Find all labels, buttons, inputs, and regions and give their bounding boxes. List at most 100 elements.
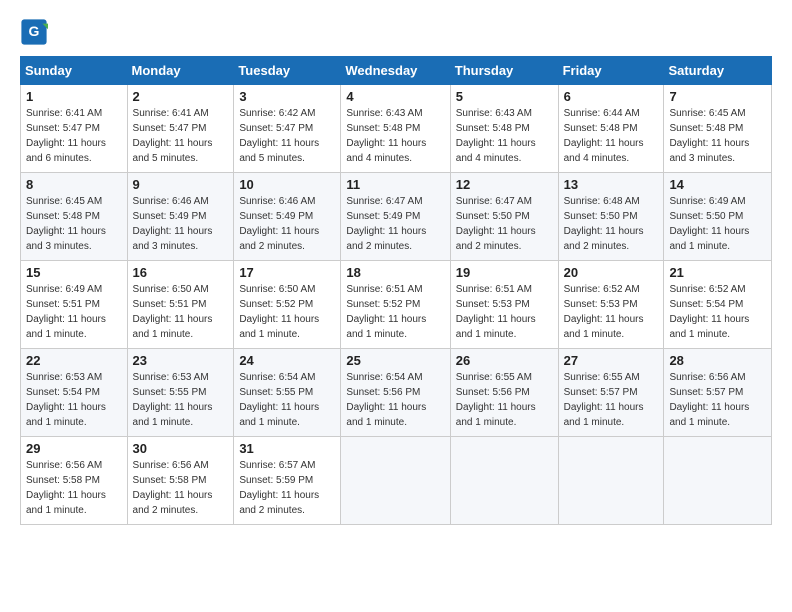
calendar-week-row: 1Sunrise: 6:41 AMSunset: 5:47 PMDaylight…: [21, 85, 772, 173]
day-number: 3: [239, 89, 335, 104]
day-number: 23: [133, 353, 229, 368]
weekday-header-row: SundayMondayTuesdayWednesdayThursdayFrid…: [21, 57, 772, 85]
day-info: Sunrise: 6:53 AMSunset: 5:55 PMDaylight:…: [133, 370, 229, 430]
calendar-cell: 3 Sunrise: 6:42 AMSunset: 5:47 PMDaylight…: [234, 85, 341, 173]
day-info: Sunrise: 6:45 AMSunset: 5:48 PMDaylight:…: [26, 194, 122, 254]
weekday-header-wednesday: Wednesday: [341, 57, 450, 85]
day-number: 19: [456, 265, 553, 280]
calendar-cell: 29 Sunrise: 6:56 AMSunset: 5:58 PMDayligh…: [21, 437, 128, 525]
day-number: 6: [564, 89, 659, 104]
day-info: Sunrise: 6:54 AMSunset: 5:55 PMDaylight:…: [239, 370, 335, 430]
calendar-cell: 16 Sunrise: 6:50 AMSunset: 5:51 PMDayligh…: [127, 261, 234, 349]
calendar-cell: 18 Sunrise: 6:51 AMSunset: 5:52 PMDayligh…: [341, 261, 450, 349]
calendar-cell: [450, 437, 558, 525]
day-info: Sunrise: 6:56 AMSunset: 5:58 PMDaylight:…: [26, 458, 122, 518]
day-info: Sunrise: 6:53 AMSunset: 5:54 PMDaylight:…: [26, 370, 122, 430]
calendar-cell: [558, 437, 664, 525]
day-number: 18: [346, 265, 444, 280]
calendar-cell: 7 Sunrise: 6:45 AMSunset: 5:48 PMDaylight…: [664, 85, 772, 173]
day-info: Sunrise: 6:43 AMSunset: 5:48 PMDaylight:…: [346, 106, 444, 166]
day-number: 14: [669, 177, 766, 192]
calendar-cell: 4 Sunrise: 6:43 AMSunset: 5:48 PMDaylight…: [341, 85, 450, 173]
day-number: 11: [346, 177, 444, 192]
day-number: 16: [133, 265, 229, 280]
logo-icon: G: [20, 18, 48, 46]
calendar-cell: 1Sunrise: 6:41 AMSunset: 5:47 PMDaylight…: [21, 85, 128, 173]
day-info: Sunrise: 6:46 AMSunset: 5:49 PMDaylight:…: [239, 194, 335, 254]
day-number: 24: [239, 353, 335, 368]
day-info: Sunrise: 6:56 AMSunset: 5:57 PMDaylight:…: [669, 370, 766, 430]
calendar-table: SundayMondayTuesdayWednesdayThursdayFrid…: [20, 56, 772, 525]
header: G: [20, 18, 772, 46]
day-info: Sunrise: 6:55 AMSunset: 5:57 PMDaylight:…: [564, 370, 659, 430]
day-number: 4: [346, 89, 444, 104]
calendar-cell: 2 Sunrise: 6:41 AMSunset: 5:47 PMDaylight…: [127, 85, 234, 173]
day-number: 7: [669, 89, 766, 104]
day-number: 28: [669, 353, 766, 368]
day-info: Sunrise: 6:47 AMSunset: 5:49 PMDaylight:…: [346, 194, 444, 254]
day-info: Sunrise: 6:45 AMSunset: 5:48 PMDaylight:…: [669, 106, 766, 166]
day-info: Sunrise: 6:50 AMSunset: 5:52 PMDaylight:…: [239, 282, 335, 342]
day-number: 20: [564, 265, 659, 280]
day-info: Sunrise: 6:47 AMSunset: 5:50 PMDaylight:…: [456, 194, 553, 254]
calendar-cell: 28 Sunrise: 6:56 AMSunset: 5:57 PMDayligh…: [664, 349, 772, 437]
calendar-cell: 9 Sunrise: 6:46 AMSunset: 5:49 PMDaylight…: [127, 173, 234, 261]
calendar-cell: 15 Sunrise: 6:49 AMSunset: 5:51 PMDayligh…: [21, 261, 128, 349]
calendar-week-row: 8Sunrise: 6:45 AMSunset: 5:48 PMDaylight…: [21, 173, 772, 261]
calendar-cell: 30 Sunrise: 6:56 AMSunset: 5:58 PMDayligh…: [127, 437, 234, 525]
calendar-week-row: 29 Sunrise: 6:56 AMSunset: 5:58 PMDayligh…: [21, 437, 772, 525]
calendar-week-row: 22 Sunrise: 6:53 AMSunset: 5:54 PMDayligh…: [21, 349, 772, 437]
day-number: 26: [456, 353, 553, 368]
logo: G: [20, 18, 52, 46]
calendar-cell: 20Sunrise: 6:52 AMSunset: 5:53 PMDayligh…: [558, 261, 664, 349]
calendar-cell: 23 Sunrise: 6:53 AMSunset: 5:55 PMDayligh…: [127, 349, 234, 437]
calendar-week-row: 15 Sunrise: 6:49 AMSunset: 5:51 PMDayligh…: [21, 261, 772, 349]
day-info: Sunrise: 6:56 AMSunset: 5:58 PMDaylight:…: [133, 458, 229, 518]
calendar-cell: [664, 437, 772, 525]
day-info: Sunrise: 6:46 AMSunset: 5:49 PMDaylight:…: [133, 194, 229, 254]
day-number: 5: [456, 89, 553, 104]
day-info: Sunrise: 6:43 AMSunset: 5:48 PMDaylight:…: [456, 106, 553, 166]
day-number: 22: [26, 353, 122, 368]
day-number: 2: [133, 89, 229, 104]
day-number: 27: [564, 353, 659, 368]
weekday-header-friday: Friday: [558, 57, 664, 85]
day-info: Sunrise: 6:49 AMSunset: 5:51 PMDaylight:…: [26, 282, 122, 342]
weekday-header-thursday: Thursday: [450, 57, 558, 85]
day-number: 13: [564, 177, 659, 192]
day-number: 30: [133, 441, 229, 456]
day-info: Sunrise: 6:42 AMSunset: 5:47 PMDaylight:…: [239, 106, 335, 166]
day-info: Sunrise: 6:55 AMSunset: 5:56 PMDaylight:…: [456, 370, 553, 430]
day-info: Sunrise: 6:41 AMSunset: 5:47 PMDaylight:…: [26, 106, 122, 166]
calendar-cell: 6 Sunrise: 6:44 AMSunset: 5:48 PMDaylight…: [558, 85, 664, 173]
calendar-cell: 13 Sunrise: 6:48 AMSunset: 5:50 PMDayligh…: [558, 173, 664, 261]
calendar-cell: 17Sunrise: 6:50 AMSunset: 5:52 PMDayligh…: [234, 261, 341, 349]
day-number: 21: [669, 265, 766, 280]
weekday-header-monday: Monday: [127, 57, 234, 85]
calendar-cell: [341, 437, 450, 525]
day-info: Sunrise: 6:54 AMSunset: 5:56 PMDaylight:…: [346, 370, 444, 430]
calendar-cell: 22 Sunrise: 6:53 AMSunset: 5:54 PMDayligh…: [21, 349, 128, 437]
day-number: 29: [26, 441, 122, 456]
day-info: Sunrise: 6:41 AMSunset: 5:47 PMDaylight:…: [133, 106, 229, 166]
calendar-cell: 27 Sunrise: 6:55 AMSunset: 5:57 PMDayligh…: [558, 349, 664, 437]
day-info: Sunrise: 6:48 AMSunset: 5:50 PMDaylight:…: [564, 194, 659, 254]
calendar-cell: 12Sunrise: 6:47 AMSunset: 5:50 PMDayligh…: [450, 173, 558, 261]
calendar-cell: 24 Sunrise: 6:54 AMSunset: 5:55 PMDayligh…: [234, 349, 341, 437]
day-info: Sunrise: 6:50 AMSunset: 5:51 PMDaylight:…: [133, 282, 229, 342]
day-number: 9: [133, 177, 229, 192]
page: G SundayMondayTuesdayWednesdayThursdayFr…: [0, 0, 792, 612]
day-info: Sunrise: 6:51 AMSunset: 5:52 PMDaylight:…: [346, 282, 444, 342]
day-number: 31: [239, 441, 335, 456]
calendar-cell: 21 Sunrise: 6:52 AMSunset: 5:54 PMDayligh…: [664, 261, 772, 349]
calendar-cell: 14 Sunrise: 6:49 AMSunset: 5:50 PMDayligh…: [664, 173, 772, 261]
day-info: Sunrise: 6:44 AMSunset: 5:48 PMDaylight:…: [564, 106, 659, 166]
calendar-cell: 5 Sunrise: 6:43 AMSunset: 5:48 PMDaylight…: [450, 85, 558, 173]
day-info: Sunrise: 6:52 AMSunset: 5:54 PMDaylight:…: [669, 282, 766, 342]
day-number: 15: [26, 265, 122, 280]
weekday-header-tuesday: Tuesday: [234, 57, 341, 85]
calendar-cell: 19Sunrise: 6:51 AMSunset: 5:53 PMDayligh…: [450, 261, 558, 349]
day-info: Sunrise: 6:49 AMSunset: 5:50 PMDaylight:…: [669, 194, 766, 254]
day-info: Sunrise: 6:57 AMSunset: 5:59 PMDaylight:…: [239, 458, 335, 518]
calendar-cell: 26 Sunrise: 6:55 AMSunset: 5:56 PMDayligh…: [450, 349, 558, 437]
